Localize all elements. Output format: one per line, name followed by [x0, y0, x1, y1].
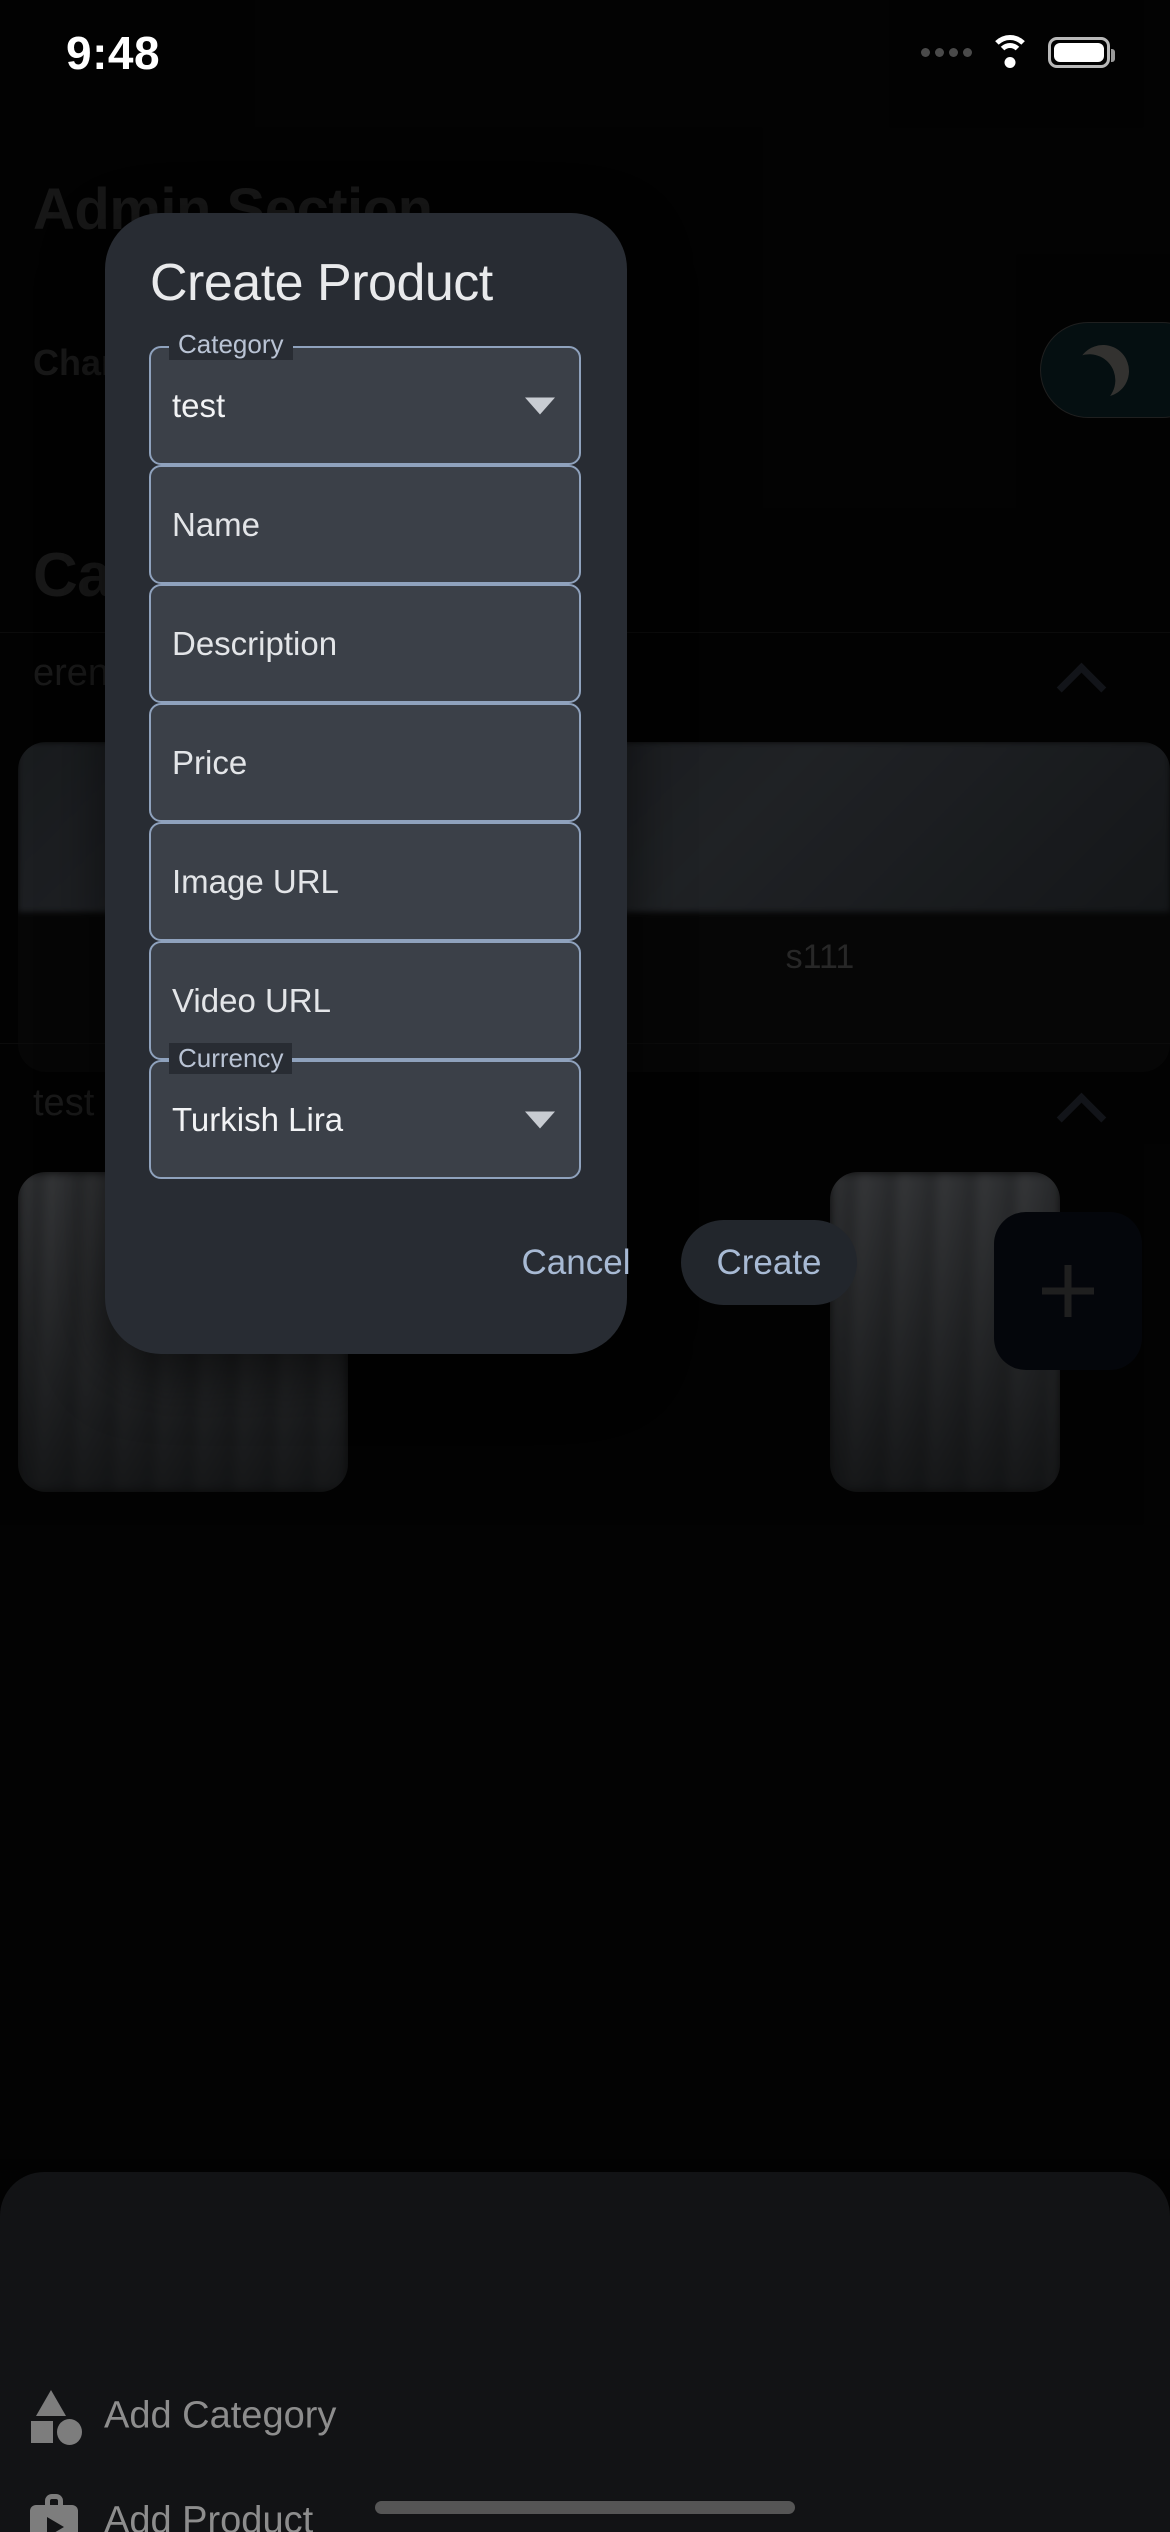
category-value: test	[172, 386, 226, 424]
currency-label: Currency	[169, 1043, 293, 1074]
product-bag-play-icon	[28, 2493, 84, 2532]
category-shapes-icon	[28, 2388, 84, 2445]
cancel-button[interactable]: Cancel	[506, 1231, 646, 1295]
create-button[interactable]: Create	[681, 1220, 857, 1305]
chevron-down-icon[interactable]	[525, 1111, 555, 1128]
image-url-input[interactable]: Image URL	[149, 822, 581, 941]
image-url-placeholder: Image URL	[172, 862, 339, 900]
video-url-placeholder: Video URL	[172, 981, 331, 1019]
status-indicators	[921, 30, 1115, 74]
status-time: 9:48	[66, 27, 161, 79]
name-input[interactable]: Name	[149, 465, 581, 584]
signal-dots-icon	[921, 47, 972, 57]
phone-screen: Admin Section Change Theme Categories er…	[0, 0, 1170, 2532]
battery-full-icon	[1048, 36, 1115, 68]
category-label: Category	[169, 329, 293, 360]
status-bar: 9:48	[0, 0, 1170, 120]
bottom-sheet: Add Category Add Product	[0, 2172, 1170, 2532]
price-placeholder: Price	[172, 743, 248, 781]
home-indicator[interactable]	[375, 2501, 795, 2514]
sheet-item-add-category[interactable]: Add Category	[0, 2364, 1170, 2468]
currency-select[interactable]: Currency Turkish Lira	[149, 1043, 581, 1179]
create-product-dialog: Create Product Category test Name Descri…	[105, 213, 857, 1354]
currency-value: Turkish Lira	[172, 1100, 344, 1138]
category-select[interactable]: Category test	[149, 329, 581, 465]
sheet-item-label: Add Product	[104, 2499, 314, 2532]
description-placeholder: Description	[172, 624, 338, 662]
sheet-item-label: Add Category	[104, 2394, 337, 2437]
chevron-down-icon[interactable]	[525, 397, 555, 414]
wifi-icon	[988, 35, 1032, 69]
description-input[interactable]: Description	[149, 584, 581, 703]
price-input[interactable]: Price	[149, 703, 581, 822]
dialog-title: Create Product	[150, 254, 493, 312]
name-placeholder: Name	[172, 505, 261, 543]
